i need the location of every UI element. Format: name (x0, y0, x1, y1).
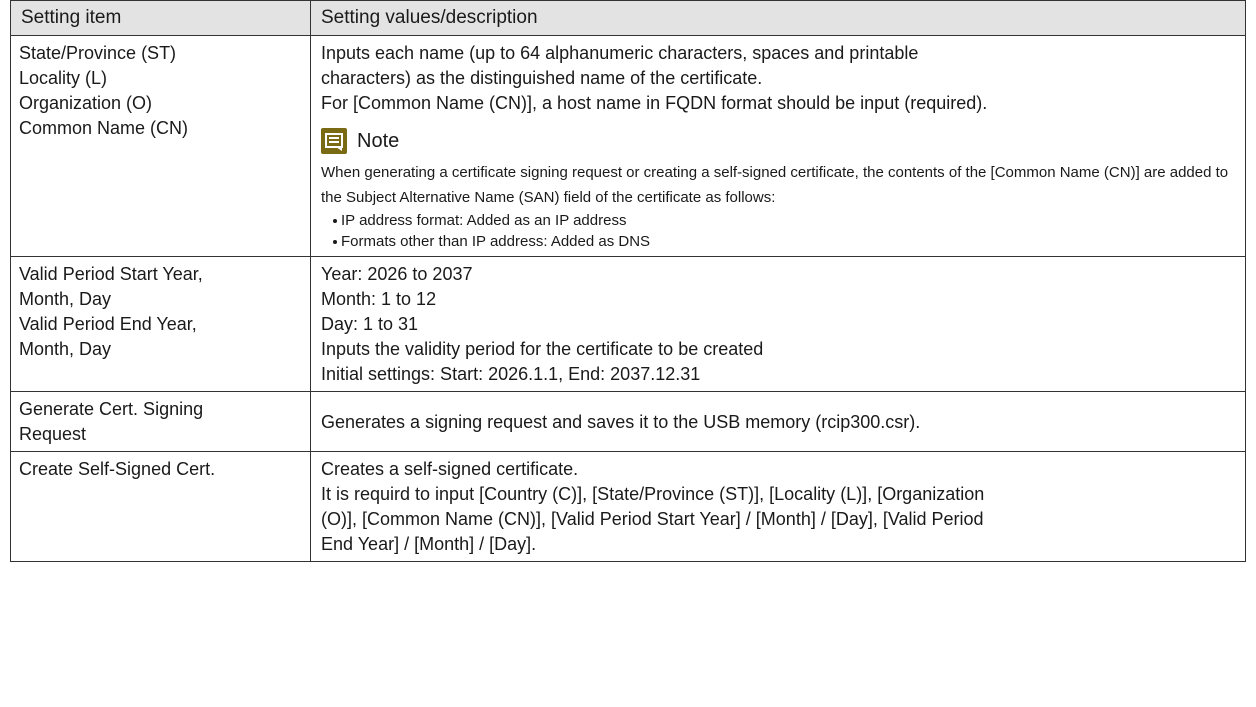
setting-item-line: Locality (L) (19, 68, 108, 88)
note-icon (321, 128, 347, 154)
setting-description-cell: Year: 2026 to 2037 Month: 1 to 12 Day: 1… (310, 256, 1246, 392)
table-row: Create Self-Signed Cert. Creates a self-… (10, 451, 1246, 562)
setting-item-line: Generate Cert. Signing (19, 399, 204, 419)
document-page: Setting item Setting values/description … (0, 0, 1256, 707)
setting-item-line: Request (19, 424, 87, 444)
setting-item-line: Common Name (CN) (19, 118, 189, 138)
setting-item-cell: Create Self-Signed Cert. (10, 451, 311, 562)
note-text: When generating a certificate signing re… (321, 164, 1229, 206)
description-line: Day: 1 to 31 (321, 314, 419, 334)
list-item: Formats other than IP address: Added as … (333, 231, 1235, 252)
description-line: It is requird to input [Country (C)], [S… (321, 484, 985, 504)
header-setting-item: Setting item (10, 0, 311, 36)
note-title: Note (357, 129, 400, 152)
setting-item-cell: Generate Cert. Signing Request (10, 391, 311, 452)
setting-item-line: Valid Period Start Year, (19, 264, 203, 284)
settings-table: Setting item Setting values/description … (10, 0, 1246, 562)
setting-item-cell: Valid Period Start Year, Month, Day Vali… (10, 256, 311, 392)
setting-item-line: Valid Period End Year, (19, 314, 197, 334)
description-line: characters) as the distinguished name of… (321, 68, 763, 88)
description-line: Creates a self-signed certificate. (321, 459, 579, 479)
description-line: Month: 1 to 12 (321, 289, 437, 309)
description-line: Year: 2026 to 2037 (321, 264, 473, 284)
setting-item-line: Month, Day (19, 339, 112, 359)
description-line: Initial settings: Start: 2026.1.1, End: … (321, 364, 701, 384)
description-line: Generates a signing request and saves it… (321, 411, 921, 432)
setting-description-cell: Inputs each name (up to 64 alphanumeric … (310, 35, 1246, 257)
description-line: (O)], [Common Name (CN)], [Valid Period … (321, 509, 984, 529)
description-line: End Year] / [Month] / [Day]. (321, 534, 537, 554)
note-heading: Note (321, 126, 1235, 156)
list-item: IP address format: Added as an IP addres… (333, 210, 1235, 231)
description-line: Inputs each name (up to 64 alphanumeric … (321, 43, 919, 63)
description-line: Inputs the validity period for the certi… (321, 339, 764, 359)
setting-item-line: Month, Day (19, 289, 112, 309)
setting-item-cell: State/Province (ST) Locality (L) Organiz… (10, 35, 311, 257)
setting-item-line: Organization (O) (19, 93, 153, 113)
setting-description-cell: Creates a self-signed certificate. It is… (310, 451, 1246, 562)
table-row: Generate Cert. Signing Request Generates… (10, 391, 1246, 452)
setting-item-line: Create Self-Signed Cert. (19, 459, 216, 479)
table-row: State/Province (ST) Locality (L) Organiz… (10, 35, 1246, 257)
table-row: Valid Period Start Year, Month, Day Vali… (10, 256, 1246, 392)
header-setting-values: Setting values/description (310, 0, 1246, 36)
note-bullet-list: IP address format: Added as an IP addres… (321, 210, 1235, 252)
table-header-row: Setting item Setting values/description (10, 0, 1246, 36)
description-line: For [Common Name (CN)], a host name in F… (321, 93, 988, 113)
setting-item-line: State/Province (ST) (19, 43, 177, 63)
setting-description-cell: Generates a signing request and saves it… (310, 391, 1246, 452)
